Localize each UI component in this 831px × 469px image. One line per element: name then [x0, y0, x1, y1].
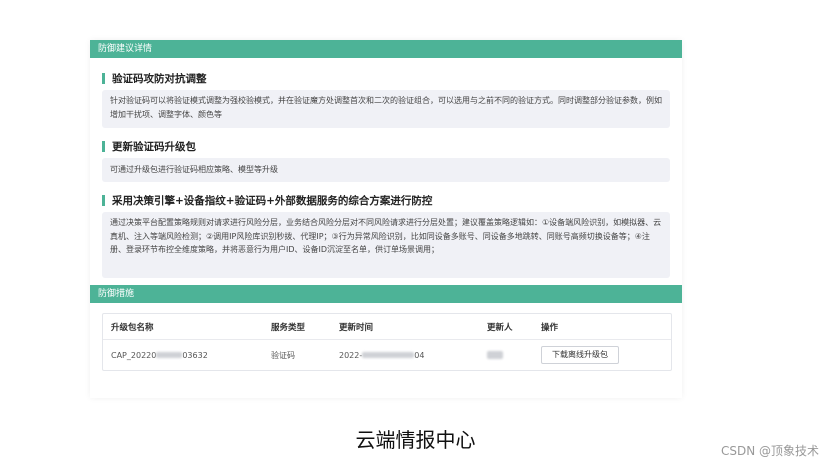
suggestion-1: 验证码攻防对抗调整 针对验证码可以将验证模式调整为强校验模式，并在验证魔方处调整…	[90, 70, 682, 128]
column-header-service: 服务类型	[271, 322, 306, 333]
suggestion-section-header: 防御建议详情	[90, 40, 682, 58]
upgrade-package-table: 升级包名称 服务类型 更新时间 更新人 操作 CAP_20220 03632 验证…	[102, 313, 672, 371]
update-time-cell: 2022- 04	[339, 351, 487, 360]
suggestion-3: 采用决策引擎+设备指纹+验证码+外部数据服务的综合方案进行防控 通过决策平台配置…	[90, 192, 682, 278]
suggestion-title-text: 更新验证码升级包	[112, 140, 196, 153]
suggestion-title: 验证码攻防对抗调整	[102, 70, 670, 86]
redacted-mark	[362, 352, 415, 358]
package-name-suffix: 03632	[182, 350, 208, 360]
download-offline-package-button[interactable]: 下载离线升级包	[541, 346, 619, 364]
action-cell: 下载离线升级包	[541, 346, 641, 364]
package-name-cell: CAP_20220 03632	[111, 351, 271, 360]
defense-panel: 防御建议详情 验证码攻防对抗调整 针对验证码可以将验证模式调整为强校验模式，并在…	[90, 40, 682, 398]
slide-caption: 云端情报中心	[355, 428, 476, 452]
column-header-action: 操作	[541, 322, 559, 333]
column-header-name: 升级包名称	[111, 322, 154, 333]
watermark: CSDN @顶象技术	[720, 444, 819, 458]
table-row: CAP_20220 03632 验证码 2022- 04 下载离线升级包	[103, 340, 671, 370]
redacted-mark	[487, 351, 503, 359]
accent-bar	[102, 140, 105, 152]
update-time-prefix: 2022-	[339, 350, 363, 360]
update-time-suffix: 04	[414, 350, 425, 360]
updater-cell	[487, 351, 541, 360]
service-type-cell: 验证码	[271, 350, 295, 360]
accent-bar	[102, 72, 105, 84]
table-header-row: 升级包名称 服务类型 更新时间 更新人 操作	[103, 314, 671, 340]
column-header-updater: 更新人	[487, 322, 513, 333]
suggestion-title: 采用决策引擎+设备指纹+验证码+外部数据服务的综合方案进行防控	[102, 192, 670, 208]
redacted-mark	[156, 352, 183, 358]
suggestion-title-text: 验证码攻防对抗调整	[112, 72, 207, 85]
column-header-time: 更新时间	[339, 322, 374, 333]
suggestion-title: 更新验证码升级包	[102, 138, 670, 154]
accent-bar	[102, 194, 105, 206]
suggestion-body: 通过决策平台配置策略规则对请求进行风险分层，业务结合风险分层对不同风险请求进行分…	[102, 212, 670, 278]
measures-section-header: 防御措施	[90, 285, 682, 303]
suggestion-title-text: 采用决策引擎+设备指纹+验证码+外部数据服务的综合方案进行防控	[112, 194, 433, 207]
suggestion-body: 针对验证码可以将验证模式调整为强校验模式，并在验证魔方处调整首次和二次的验证组合…	[102, 90, 670, 128]
package-name-prefix: CAP_20220	[111, 350, 157, 360]
suggestion-body: 可通过升级包进行验证码相应策略、模型等升级	[102, 158, 670, 182]
suggestion-2: 更新验证码升级包 可通过升级包进行验证码相应策略、模型等升级	[90, 138, 682, 182]
